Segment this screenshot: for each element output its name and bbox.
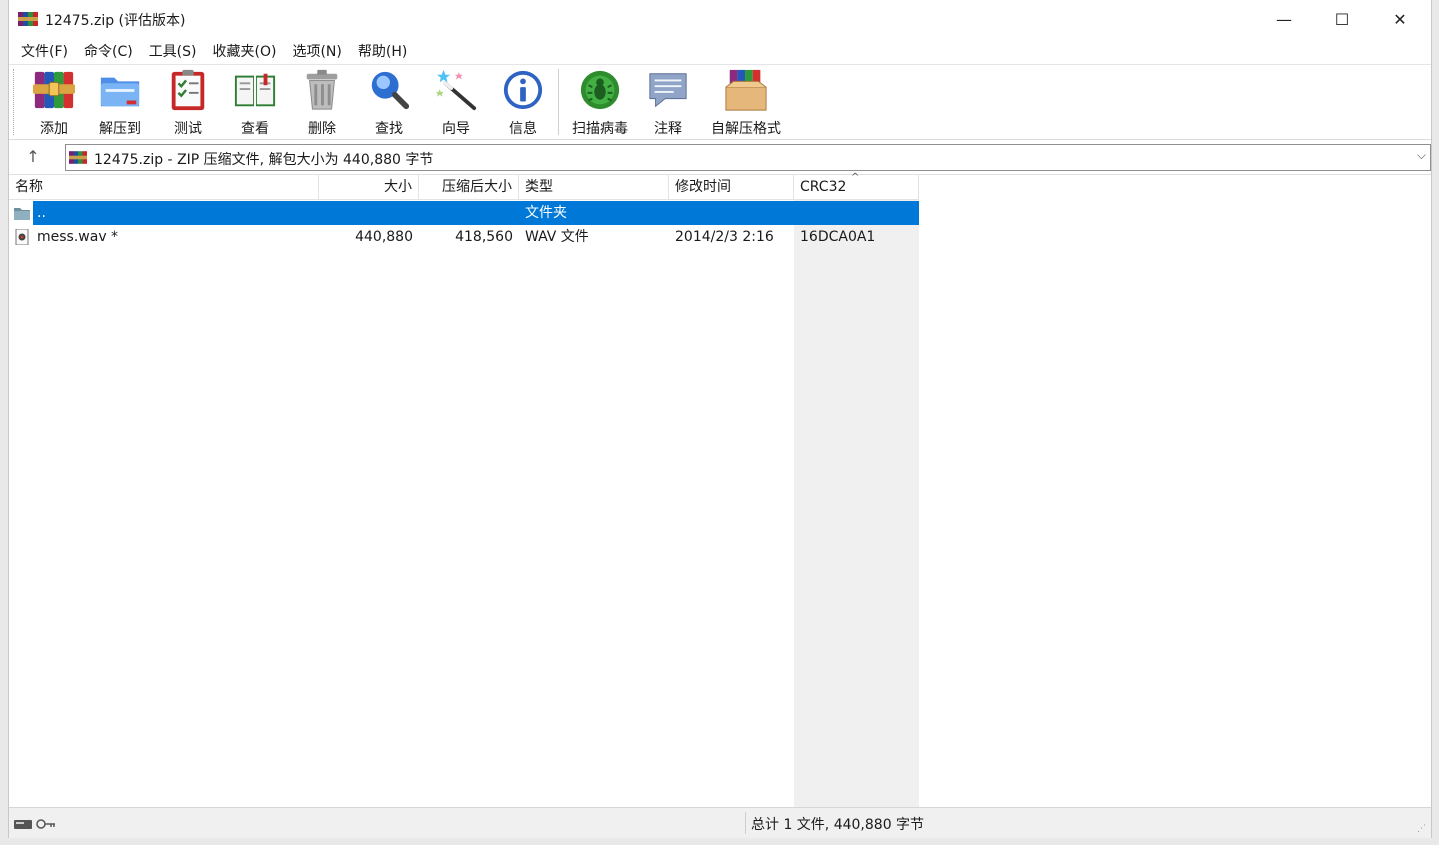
winrar-window: 12475.zip (评估版本) — ☐ ✕ 文件(F) 命令(C) 工具(S)… xyxy=(8,0,1432,838)
row-size xyxy=(319,201,419,225)
table-row-file[interactable]: mess.wav * 440,880 418,560 WAV 文件 2014/2… xyxy=(9,225,919,249)
delete-icon xyxy=(306,69,338,110)
sfx-button[interactable]: 自解压格式 xyxy=(703,68,789,138)
toolbar: 添加 解压到 测试 查看 删除 查找 向导 信息 扫描病毒 注释 自解压格式 xyxy=(9,64,1431,140)
menu-file[interactable]: 文件(F) xyxy=(13,41,76,61)
row-name: .. xyxy=(37,205,46,221)
column-type[interactable]: 类型 xyxy=(519,175,669,200)
column-modified[interactable]: 修改时间 xyxy=(669,175,794,200)
add-label: 添加 xyxy=(40,121,68,137)
virus-scan-label: 扫描病毒 xyxy=(572,121,628,137)
menu-bar: 文件(F) 命令(C) 工具(S) 收藏夹(O) 选项(N) 帮助(H) xyxy=(9,39,1431,63)
archive-icon xyxy=(69,151,87,164)
info-label: 信息 xyxy=(509,121,537,137)
table-row-parent[interactable]: .. 文件夹 xyxy=(9,201,919,225)
menu-help[interactable]: 帮助(H) xyxy=(350,41,415,61)
add-archive-icon xyxy=(32,71,76,109)
minimize-button[interactable]: — xyxy=(1255,0,1313,39)
info-button[interactable]: 信息 xyxy=(496,68,550,138)
comment-label: 注释 xyxy=(654,121,682,137)
menu-commands[interactable]: 命令(C) xyxy=(76,41,141,61)
comment-icon xyxy=(649,73,687,108)
drive-key-icon xyxy=(14,819,55,829)
virus-scan-icon xyxy=(580,70,620,110)
sfx-label: 自解压格式 xyxy=(711,121,781,137)
extract-to-icon xyxy=(100,77,140,107)
column-size[interactable]: 大小 xyxy=(319,175,419,200)
row-size: 440,880 xyxy=(355,229,413,245)
title-bar: 12475.zip (评估版本) — ☐ ✕ xyxy=(9,0,1431,39)
window-title: 12475.zip (评估版本) xyxy=(45,13,186,29)
find-button[interactable]: 查找 xyxy=(362,68,416,138)
wizard-icon xyxy=(435,69,477,111)
status-bar: 总计 1 文件, 440,880 字节 ⋰ xyxy=(9,807,1431,838)
status-separator xyxy=(745,812,746,834)
column-header: 名称 大小 压缩后大小 类型 修改时间 CRC32 ^ xyxy=(9,172,919,200)
view-icon xyxy=(234,73,276,107)
test-button[interactable]: 测试 xyxy=(161,68,215,138)
extract-to-label: 解压到 xyxy=(99,121,141,137)
row-crc32: 16DCA0A1 xyxy=(800,229,876,245)
find-icon xyxy=(371,71,410,110)
find-label: 查找 xyxy=(375,121,403,137)
comment-button[interactable]: 注释 xyxy=(641,68,695,138)
address-path: 12475.zip - ZIP 压缩文件, 解包大小为 440,880 字节 xyxy=(94,152,434,168)
crc-column-shade xyxy=(794,175,919,807)
wizard-label: 向导 xyxy=(442,121,470,137)
row-type: 文件夹 xyxy=(525,205,567,221)
toolbar-separator xyxy=(558,69,559,135)
file-list: 名称 大小 压缩后大小 类型 修改时间 CRC32 ^ .. 文件夹 mess.… xyxy=(9,172,1431,807)
test-label: 测试 xyxy=(174,121,202,137)
column-name[interactable]: 名称 xyxy=(9,175,319,200)
column-packed-size[interactable]: 压缩后大小 xyxy=(419,175,519,200)
row-name: mess.wav * xyxy=(37,229,119,245)
delete-button[interactable]: 删除 xyxy=(295,68,349,138)
row-type: WAV 文件 xyxy=(525,229,589,245)
up-folder-button[interactable]: ↑ xyxy=(23,147,43,167)
info-icon xyxy=(503,70,543,110)
add-button[interactable]: 添加 xyxy=(27,68,81,138)
toolbar-grip xyxy=(13,69,15,135)
winrar-app-icon xyxy=(18,12,38,26)
address-field[interactable]: 12475.zip - ZIP 压缩文件, 解包大小为 440,880 字节 ⌵ xyxy=(65,144,1431,171)
view-label: 查看 xyxy=(241,121,269,137)
maximize-button[interactable]: ☐ xyxy=(1313,0,1371,39)
row-crc32 xyxy=(794,201,919,225)
status-summary: 总计 1 文件, 440,880 字节 xyxy=(751,817,925,833)
delete-label: 删除 xyxy=(308,121,336,137)
menu-options[interactable]: 选项(N) xyxy=(284,41,349,61)
row-modified: 2014/2/3 2:16 xyxy=(675,229,774,245)
virus-scan-button[interactable]: 扫描病毒 xyxy=(567,68,633,138)
menu-tools[interactable]: 工具(S) xyxy=(141,41,205,61)
audio-file-icon xyxy=(15,229,29,245)
sfx-icon xyxy=(725,69,767,111)
extract-to-button[interactable]: 解压到 xyxy=(91,68,149,138)
view-button[interactable]: 查看 xyxy=(228,68,282,138)
close-button[interactable]: ✕ xyxy=(1371,0,1429,39)
row-packed-size: 418,560 xyxy=(455,229,513,245)
wizard-button[interactable]: 向导 xyxy=(429,68,483,138)
test-icon xyxy=(171,69,205,111)
resize-grip-icon[interactable]: ⋰ xyxy=(1417,824,1429,836)
chevron-down-icon[interactable]: ⌵ xyxy=(1417,148,1426,163)
address-bar: ↑ 12475.zip - ZIP 压缩文件, 解包大小为 440,880 字节… xyxy=(9,141,1431,173)
row-modified xyxy=(669,201,794,225)
menu-favorites[interactable]: 收藏夹(O) xyxy=(205,41,285,61)
folder-icon xyxy=(14,208,30,220)
row-packed-size xyxy=(419,201,519,225)
sort-ascending-icon: ^ xyxy=(851,172,860,183)
